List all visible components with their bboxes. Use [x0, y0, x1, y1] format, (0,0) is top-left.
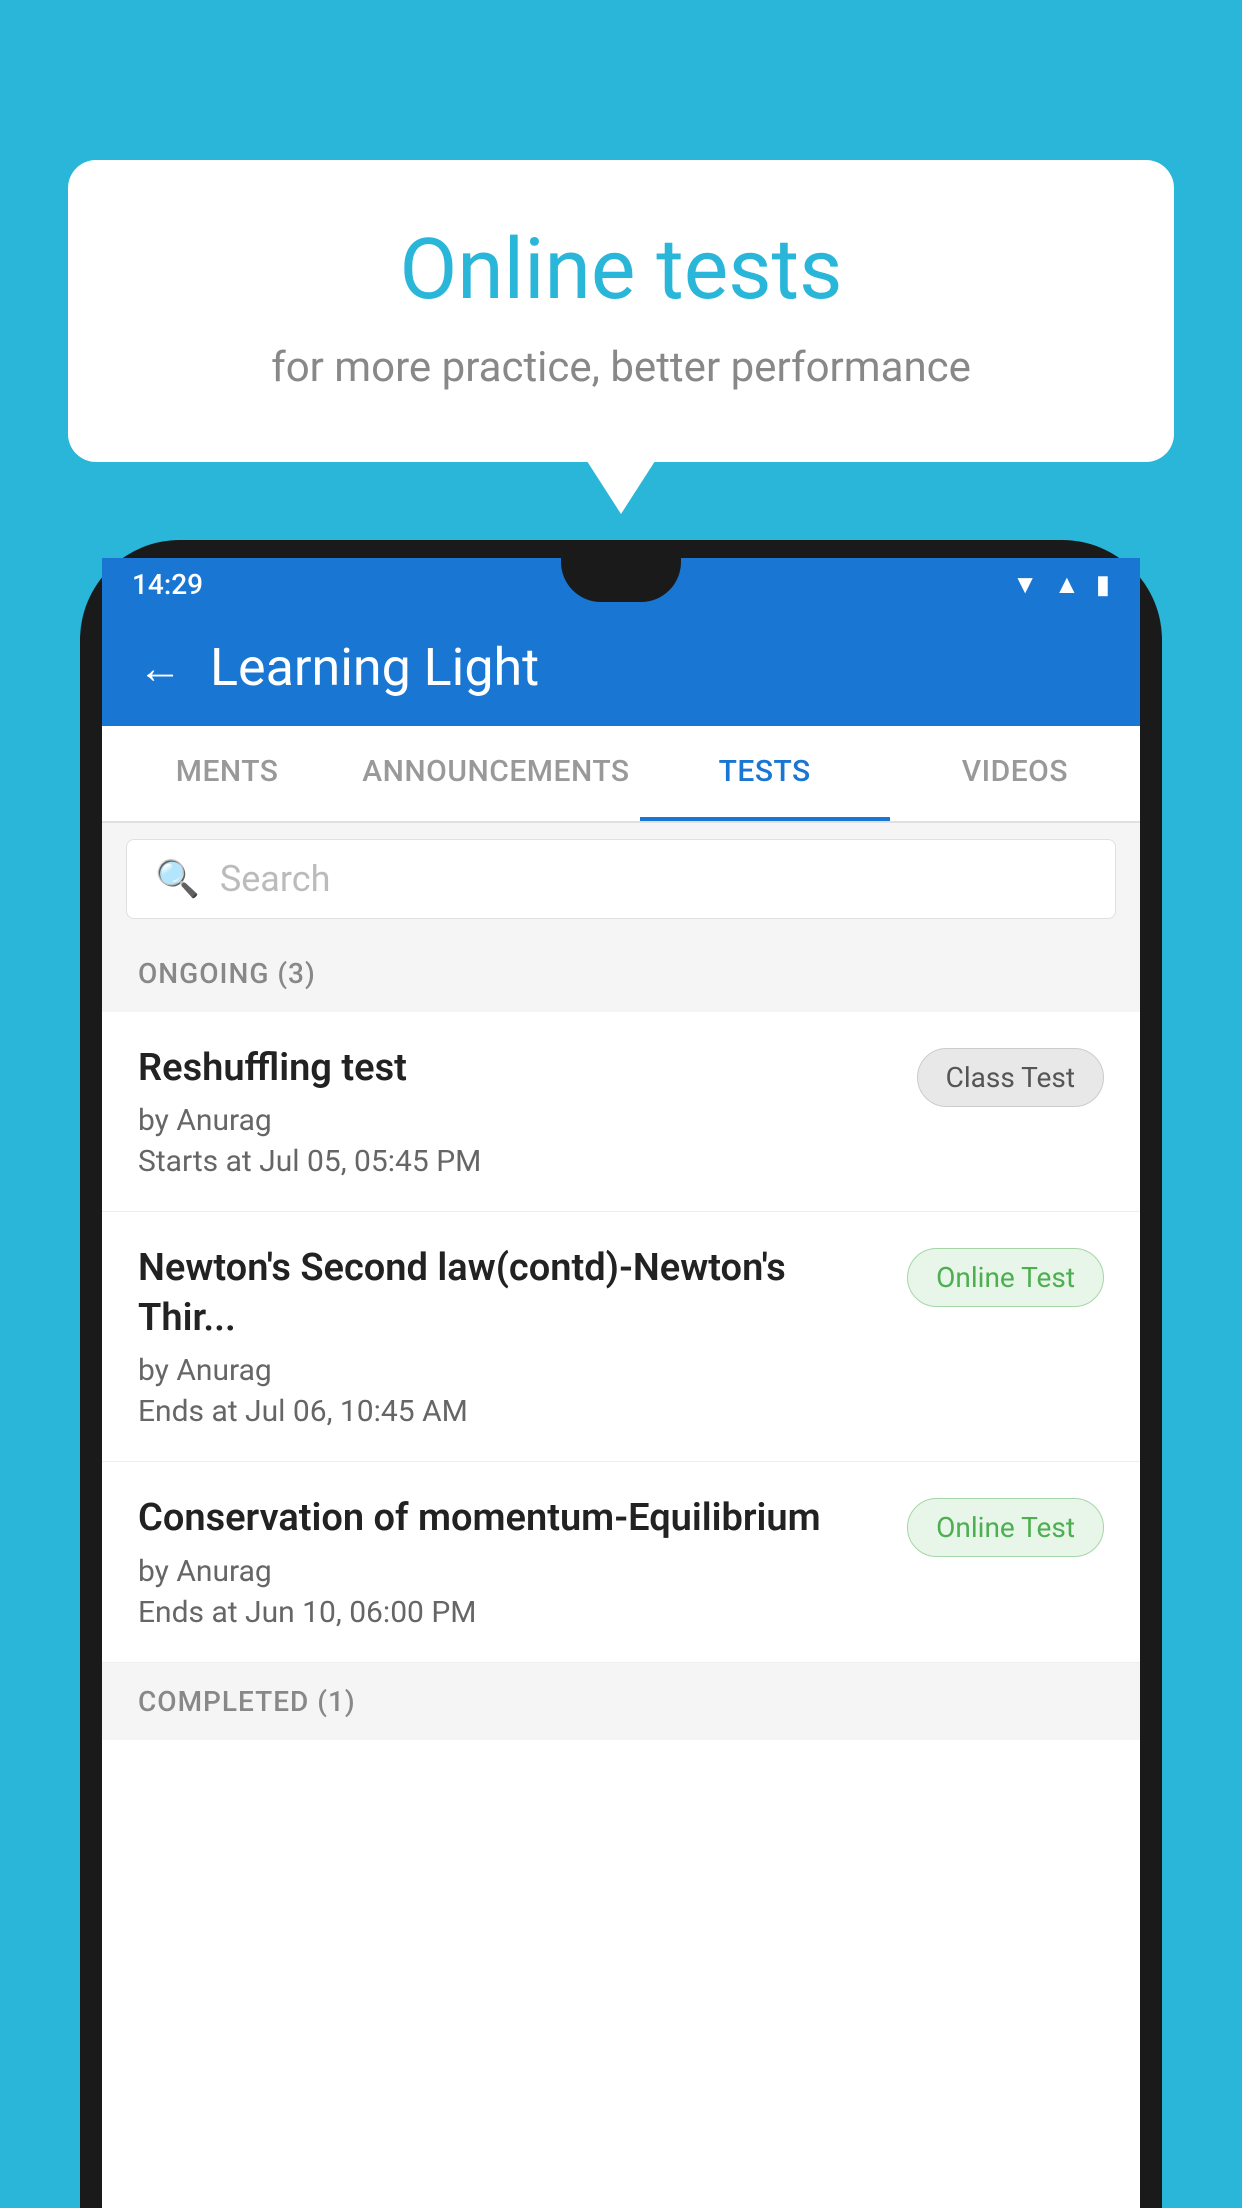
test-by-3: by Anurag [138, 1554, 887, 1589]
test-title-3: Conservation of momentum-Equilibrium [138, 1494, 887, 1543]
test-by-2: by Anurag [138, 1353, 887, 1388]
test-info-2: Newton's Second law(contd)-Newton's Thir… [138, 1244, 907, 1429]
wifi-icon: ▼ [1012, 569, 1038, 600]
completed-section-header: COMPLETED (1) [102, 1663, 1140, 1740]
speech-bubble: Online tests for more practice, better p… [68, 160, 1174, 462]
tab-ments[interactable]: MENTS [102, 726, 352, 821]
test-badge-3: Online Test [907, 1498, 1104, 1557]
back-button[interactable]: ← [138, 642, 182, 694]
phone-time: 14:29 [132, 568, 203, 601]
app-title: Learning Light [210, 637, 539, 698]
status-icons: ▼ ▲ ▮ [1012, 569, 1110, 600]
search-input-wrapper[interactable]: 🔍 Search [126, 839, 1116, 919]
signal-icon: ▲ [1054, 569, 1080, 600]
tab-videos[interactable]: VIDEOS [890, 726, 1140, 821]
app-header: ← Learning Light [102, 609, 1140, 726]
test-item[interactable]: Conservation of momentum-Equilibrium by … [102, 1462, 1140, 1662]
test-date-2: Ends at Jul 06, 10:45 AM [138, 1394, 887, 1429]
test-badge-1: Class Test [917, 1048, 1104, 1107]
bubble-subtitle: for more practice, better performance [148, 343, 1094, 392]
search-placeholder: Search [220, 858, 331, 900]
test-info-3: Conservation of momentum-Equilibrium by … [138, 1494, 907, 1629]
tabs-bar: MENTS ANNOUNCEMENTS TESTS VIDEOS [102, 726, 1140, 823]
battery-icon: ▮ [1096, 570, 1110, 600]
test-info-1: Reshuffling test by Anurag Starts at Jul… [138, 1044, 917, 1179]
ongoing-section-header: ONGOING (3) [102, 935, 1140, 1012]
search-icon: 🔍 [155, 858, 200, 900]
phone-notch [561, 558, 681, 602]
test-item[interactable]: Newton's Second law(contd)-Newton's Thir… [102, 1212, 1140, 1462]
test-date-1: Starts at Jul 05, 05:45 PM [138, 1144, 897, 1179]
tab-announcements[interactable]: ANNOUNCEMENTS [352, 726, 639, 821]
test-by-1: by Anurag [138, 1103, 897, 1138]
test-item[interactable]: Reshuffling test by Anurag Starts at Jul… [102, 1012, 1140, 1212]
test-date-3: Ends at Jun 10, 06:00 PM [138, 1595, 887, 1630]
phone-screen: 14:29 ▼ ▲ ▮ ← Learning Light MENTS ANNOU… [102, 558, 1140, 2208]
test-title-2: Newton's Second law(contd)-Newton's Thir… [138, 1244, 887, 1343]
tab-tests[interactable]: TESTS [640, 726, 890, 821]
test-badge-2: Online Test [907, 1248, 1104, 1307]
phone-frame: 14:29 ▼ ▲ ▮ ← Learning Light MENTS ANNOU… [80, 540, 1162, 2208]
test-title-1: Reshuffling test [138, 1044, 897, 1093]
search-bar-container: 🔍 Search [102, 823, 1140, 935]
bubble-title: Online tests [148, 220, 1094, 319]
